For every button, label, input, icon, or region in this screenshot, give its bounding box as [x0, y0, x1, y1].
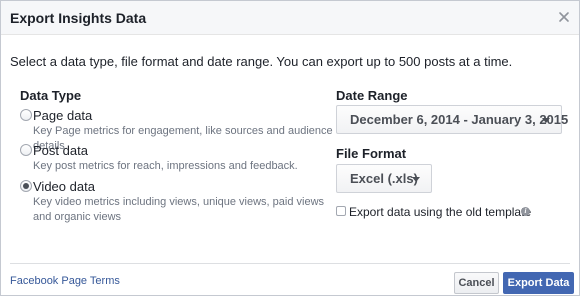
- close-icon[interactable]: [557, 10, 571, 24]
- facebook-page-terms-link[interactable]: Facebook Page Terms: [10, 275, 120, 287]
- radio-button[interactable]: [20, 109, 32, 121]
- radio-label: Video data: [33, 179, 95, 194]
- date-range-dropdown[interactable]: December 6, 2014 - January 3, 2015: [336, 105, 568, 134]
- data-type-heading: Data Type: [20, 88, 82, 103]
- old-template-checkbox[interactable]: [336, 206, 346, 216]
- export-insights-dialog: Export Insights Data Select a data type,…: [0, 0, 580, 296]
- info-icon[interactable]: i: [521, 207, 530, 216]
- footer-divider: [10, 263, 570, 264]
- dialog-header: Export Insights Data: [1, 1, 579, 35]
- radio-description: Key video metrics including views, uniqu…: [33, 196, 325, 223]
- date-range-heading: Date Range: [336, 88, 408, 103]
- file-format-value: Excel (.xls): [350, 171, 418, 186]
- cancel-button[interactable]: Cancel: [454, 272, 499, 294]
- chevron-down-icon: [542, 118, 550, 123]
- date-range-value: December 6, 2014 - January 3, 2015: [350, 112, 569, 127]
- radio-button[interactable]: [20, 144, 32, 156]
- radio-label: Post data: [33, 143, 88, 158]
- radio-label: Page data: [33, 108, 93, 123]
- file-format-dropdown[interactable]: Excel (.xls): [336, 164, 432, 193]
- file-format-heading: File Format: [336, 146, 407, 161]
- dialog-title: Export Insights Data: [10, 10, 147, 26]
- intro-text: Select a data type, file format and date…: [10, 54, 513, 69]
- export-data-button[interactable]: Export Data: [503, 272, 574, 294]
- radio-description: Key post metrics for reach, impressions …: [33, 160, 298, 172]
- radio-button-selected[interactable]: [20, 180, 32, 192]
- old-template-label[interactable]: Export data using the old template: [349, 205, 531, 219]
- chevron-down-icon: [412, 177, 420, 182]
